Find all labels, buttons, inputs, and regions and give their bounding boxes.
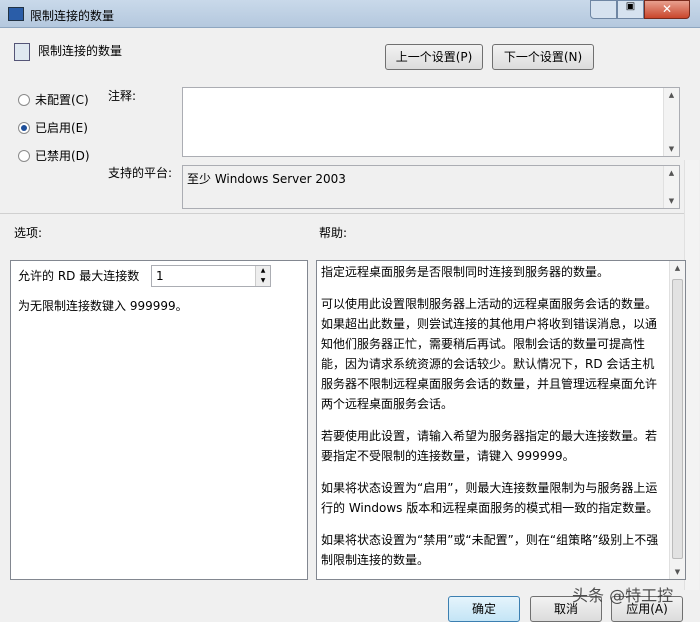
radio-circle[interactable] [18,93,30,106]
max-connections-label: 允许的 RD 最大连接数 [18,269,140,283]
window-title: 限制连接的数量 [30,9,115,23]
next-setting-button[interactable]: 下一个设置(N) [492,44,594,70]
prev-setting-button[interactable]: 上一个设置(P) [385,44,483,70]
help-scrollbar[interactable]: ▲ ▼ [669,261,685,579]
max-connections-hint: 为无限制连接数键入 999999。 [18,299,188,313]
help-panel: 指定远程桌面服务是否限制同时连接到服务器的数量。 可以使用此设置限制服务器上活动… [316,260,686,580]
title-bar: 限制连接的数量 ▣ ✕ [0,0,700,28]
help-paragraph: 若要使用此设置，请输入希望为服务器指定的最大连接数量。若要指定不受限制的连接数量… [321,429,658,463]
app-icon [8,7,24,21]
scrollbar[interactable]: ▲ ▼ [663,166,679,208]
radio-label: 已禁用(D) [35,149,90,163]
policy-title: 限制连接的数量 [38,44,123,58]
help-label: 帮助: [319,226,348,240]
max-connections-stepper[interactable]: 1 ▲ ▼ [151,265,271,287]
maximize-button[interactable]: ▣ [617,0,644,19]
stepper-buttons[interactable]: ▲ ▼ [255,266,270,286]
platform-value: 至少 Windows Server 2003 [187,172,346,186]
policy-icon [14,43,30,61]
dialog-scrollbar[interactable] [684,160,699,590]
divider [0,213,684,214]
help-paragraph: 可以使用此设置限制服务器上活动的远程桌面服务会话的数量。如果超出此数量，则尝试连… [321,297,658,411]
comment-label: 注释: [108,89,137,103]
platform-field: 至少 Windows Server 2003 ▲ ▼ [182,165,680,209]
platform-label: 支持的平台: [108,166,173,180]
help-paragraph: 如果将状态设置为“启用”，则最大连接数量限制为与服务器上运行的 Windows … [321,481,659,515]
watermark: 头条 @特工控 [572,586,674,605]
radio-not-configured[interactable]: 未配置(C) [18,91,89,108]
radio-enabled[interactable]: 已启用(E) [18,119,88,136]
ok-button[interactable]: 确定 [448,596,520,622]
help-paragraph: 如果将状态设置为“禁用”或“未配置”，则在“组策略”级别上不强制限制连接的数量。 [321,533,659,567]
options-label: 选项: [14,226,43,240]
radio-circle[interactable] [18,149,30,162]
radio-label: 已启用(E) [35,121,88,135]
radio-label: 未配置(C) [35,93,89,107]
scrollbar[interactable]: ▲ ▼ [663,88,679,156]
help-paragraph: 指定远程桌面服务是否限制同时连接到服务器的数量。 [321,265,610,279]
options-panel: 允许的 RD 最大连接数 1 ▲ ▼ 为无限制连接数键入 999999。 [10,260,308,580]
comment-input[interactable]: ▲ ▼ [182,87,680,157]
max-connections-value[interactable]: 1 [156,269,164,283]
radio-disabled[interactable]: 已禁用(D) [18,147,90,164]
minimize-button[interactable] [590,0,617,19]
close-button[interactable]: ✕ [644,0,690,19]
radio-circle[interactable] [18,121,30,134]
